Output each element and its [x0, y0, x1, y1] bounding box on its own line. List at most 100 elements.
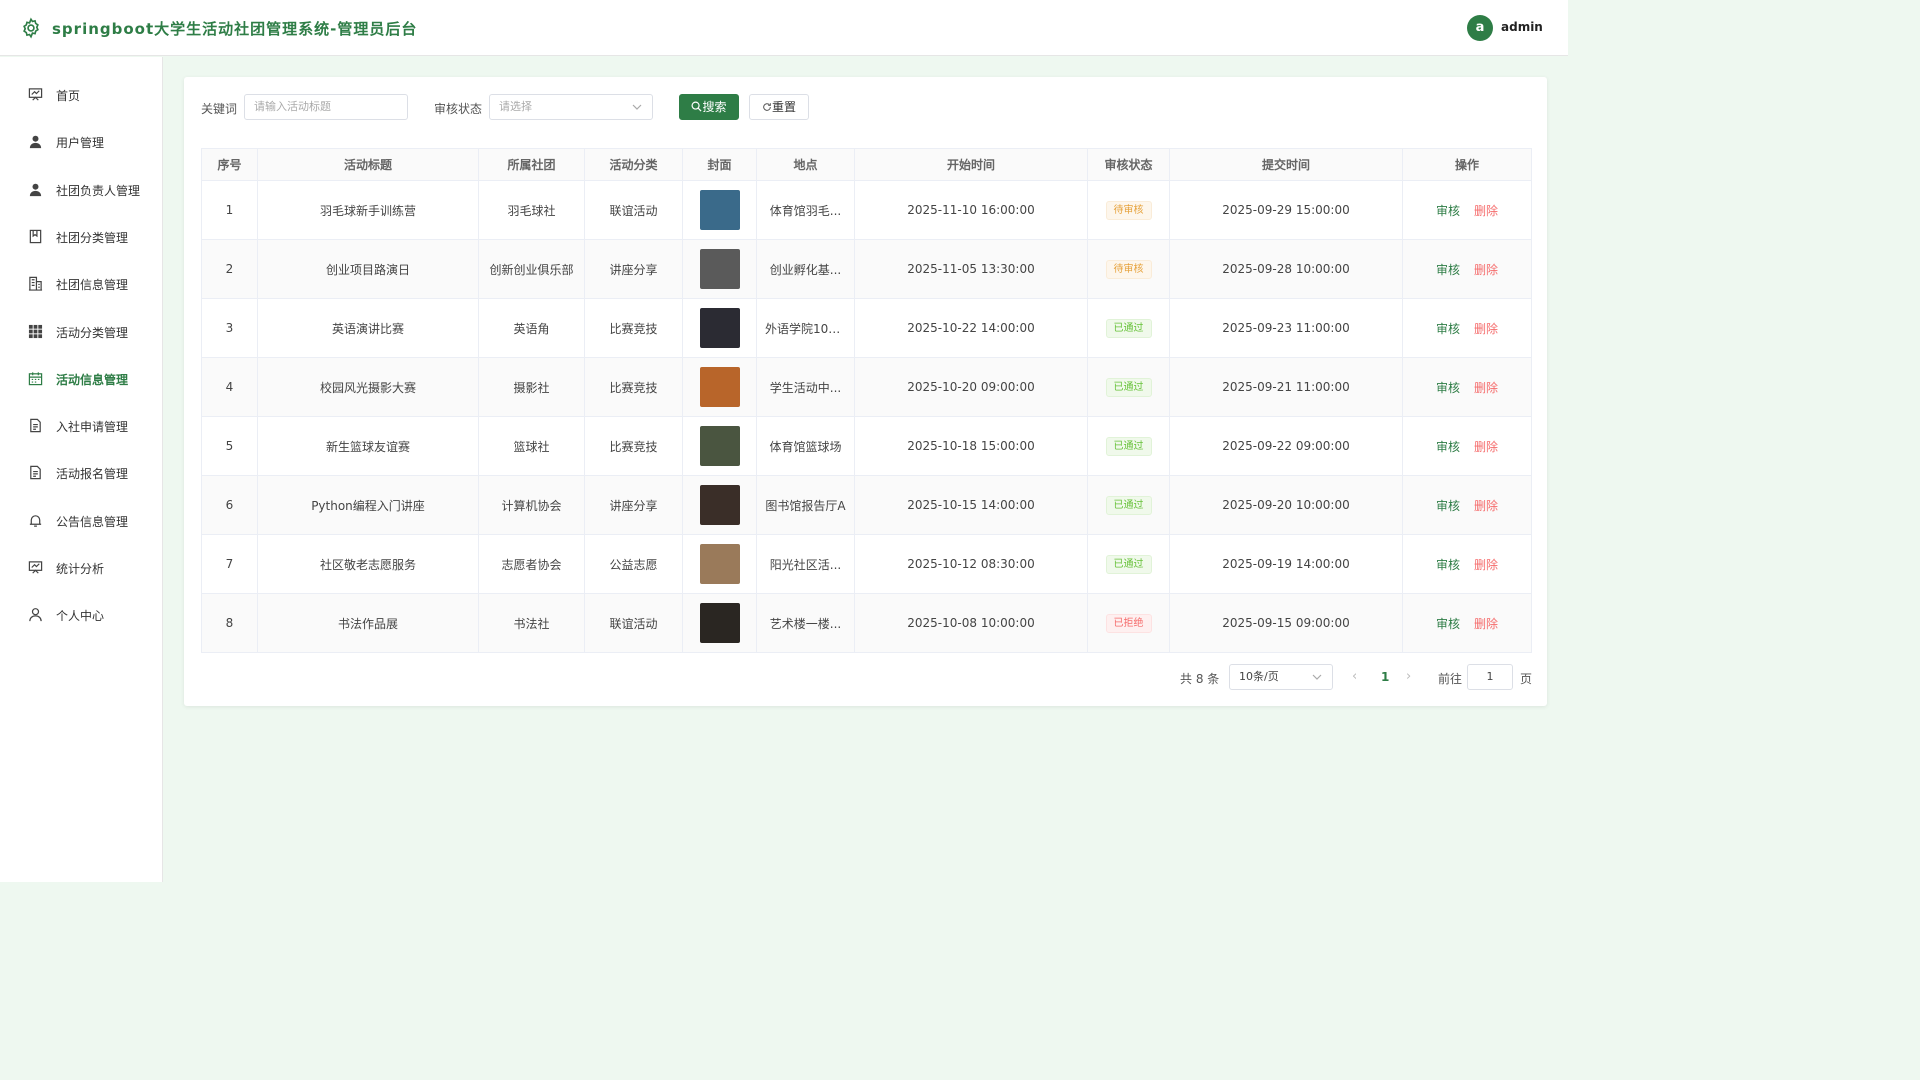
chart-icon	[28, 560, 43, 575]
status-cell: 已通过	[1087, 416, 1170, 476]
cover-image[interactable]	[699, 426, 740, 466]
avatar[interactable]: a	[1467, 15, 1493, 41]
sidebar-item-8[interactable]: 活动报名管理	[0, 449, 162, 496]
cover-image[interactable]	[699, 603, 740, 643]
actions-cell: 审核 删除	[1402, 416, 1532, 476]
table-row: 1 羽毛球新手训练营 羽毛球社 联谊活动 体育馆羽毛... 2025-11-10 16:0…	[201, 180, 1532, 240]
search-button[interactable]: 搜索	[679, 94, 739, 120]
location: 图书馆报告厅A	[765, 498, 846, 513]
sidebar-item-6[interactable]: 活动信息管理	[0, 355, 162, 402]
status-cell: 已通过	[1087, 357, 1170, 417]
sidebar-item-3[interactable]: 社团分类管理	[0, 213, 162, 260]
page-jump-input[interactable]: 1	[1467, 664, 1513, 690]
review-button[interactable]: 审核	[1436, 204, 1460, 218]
sidebar-item-9[interactable]: 公告信息管理	[0, 497, 162, 544]
prev-page-icon[interactable]: ‹	[1352, 669, 1357, 684]
sidebar-item-0[interactable]: 首页	[0, 71, 162, 118]
page-number-current[interactable]: 1	[1381, 670, 1389, 684]
column-header: 开始时间	[854, 148, 1088, 181]
sidebar-item-10[interactable]: 统计分析	[0, 544, 162, 591]
review-button[interactable]: 审核	[1436, 617, 1460, 631]
cover-image[interactable]	[699, 308, 740, 348]
activity-title: 羽毛球新手训练营	[257, 180, 479, 240]
review-button[interactable]: 审核	[1436, 263, 1460, 277]
location: 体育馆篮球场	[769, 439, 842, 454]
delete-button[interactable]: 删除	[1474, 204, 1498, 218]
cover-image[interactable]	[699, 249, 740, 289]
delete-button[interactable]: 删除	[1474, 558, 1498, 572]
submit-time: 2025-09-22 09:00:00	[1169, 416, 1403, 476]
row-index: 6	[201, 475, 258, 535]
actions-cell: 审核 删除	[1402, 357, 1532, 417]
grid-icon	[28, 324, 43, 339]
location: 学生活动中...	[769, 380, 842, 395]
sidebar-item-label: 首页	[56, 89, 81, 103]
sidebar-item-2[interactable]: 社团负责人管理	[0, 166, 162, 213]
start-time: 2025-10-12 08:30:00	[854, 534, 1088, 594]
column-header: 封面	[682, 148, 757, 181]
cover-cell	[682, 475, 757, 535]
status-cell: 待审核	[1087, 180, 1170, 240]
location: 艺术楼一楼...	[769, 616, 842, 631]
status-badge: 已通过	[1105, 377, 1152, 397]
table-row: 8 书法作品展 书法社 联谊活动 艺术楼一楼... 2025-10-08 10:00:00…	[201, 593, 1532, 653]
actions-cell: 审核 删除	[1402, 475, 1532, 535]
location: 体育馆羽毛...	[769, 203, 842, 218]
reset-button[interactable]: 重置	[749, 94, 809, 120]
review-button[interactable]: 审核	[1436, 558, 1460, 572]
sidebar-item-7[interactable]: 入社申请管理	[0, 402, 162, 449]
content-card: 关键词 请输入活动标题 审核状态 请选择 搜索 重置 序号 活动标题 所属社团 活动分…	[184, 77, 1547, 706]
page-size-select[interactable]: 10条/页	[1229, 664, 1333, 690]
column-header: 序号	[201, 148, 258, 181]
table-header-row: 序号 活动标题 所属社团 活动分类 封面 地点 开始时间 审核状态 提交时间 操作	[201, 148, 1532, 181]
delete-button[interactable]: 删除	[1474, 440, 1498, 454]
person-icon	[28, 607, 43, 622]
status-label: 审核状态	[434, 102, 483, 116]
sidebar-item-5[interactable]: 活动分类管理	[0, 308, 162, 355]
column-header: 提交时间	[1169, 148, 1403, 181]
review-button[interactable]: 审核	[1436, 440, 1460, 454]
status-cell: 已通过	[1087, 534, 1170, 594]
review-button[interactable]: 审核	[1436, 381, 1460, 395]
user-icon	[28, 182, 43, 197]
sidebar-item-11[interactable]: 个人中心	[0, 591, 162, 638]
column-header: 操作	[1402, 148, 1532, 181]
activity-category: 公益志愿	[584, 534, 683, 594]
table-row: 7 社区敬老志愿服务 志愿者协会 公益志愿 阳光社区活... 2025-10-12 08:…	[201, 534, 1532, 594]
review-button[interactable]: 审核	[1436, 322, 1460, 336]
delete-button[interactable]: 删除	[1474, 499, 1498, 513]
keyword-input[interactable]: 请输入活动标题	[244, 94, 408, 120]
sidebar-item-label: 社团负责人管理	[56, 183, 141, 198]
delete-button[interactable]: 删除	[1474, 617, 1498, 631]
club-name: 创新创业俱乐部	[478, 239, 585, 299]
home-icon	[28, 87, 43, 102]
actions-cell: 审核 删除	[1402, 180, 1532, 240]
start-time: 2025-11-10 16:00:00	[854, 180, 1088, 240]
sidebar-item-1[interactable]: 用户管理	[0, 118, 162, 165]
status-select[interactable]: 请选择	[489, 94, 653, 120]
activity-category: 联谊活动	[584, 593, 683, 653]
next-page-icon[interactable]: ›	[1406, 669, 1411, 684]
cover-cell	[682, 416, 757, 476]
delete-button[interactable]: 删除	[1474, 381, 1498, 395]
club-name: 羽毛球社	[478, 180, 585, 240]
row-index: 8	[201, 593, 258, 653]
cover-image[interactable]	[699, 485, 740, 525]
column-header: 活动标题	[257, 148, 479, 181]
cover-image[interactable]	[699, 367, 740, 407]
table-row: 6 Python编程入门讲座 计算机协会 讲座分享 图书馆报告厅A 2025-10-15 …	[201, 475, 1532, 535]
column-header: 地点	[756, 148, 855, 181]
sidebar-item-label: 公告信息管理	[56, 514, 129, 529]
activity-table: 序号 活动标题 所属社团 活动分类 封面 地点 开始时间 审核状态 提交时间 操作 1 羽毛球新手训…	[201, 148, 1532, 653]
cover-image[interactable]	[699, 544, 740, 584]
review-button[interactable]: 审核	[1436, 499, 1460, 513]
goto-label: 前往	[1438, 672, 1463, 686]
delete-button[interactable]: 删除	[1474, 263, 1498, 277]
submit-time: 2025-09-23 11:00:00	[1169, 298, 1403, 358]
activity-title: 校园风光摄影大赛	[257, 357, 479, 417]
row-index: 4	[201, 357, 258, 417]
delete-button[interactable]: 删除	[1474, 322, 1498, 336]
cover-image[interactable]	[699, 190, 740, 230]
sidebar-item-4[interactable]: 社团信息管理	[0, 260, 162, 307]
username[interactable]: admin	[1501, 20, 1543, 34]
